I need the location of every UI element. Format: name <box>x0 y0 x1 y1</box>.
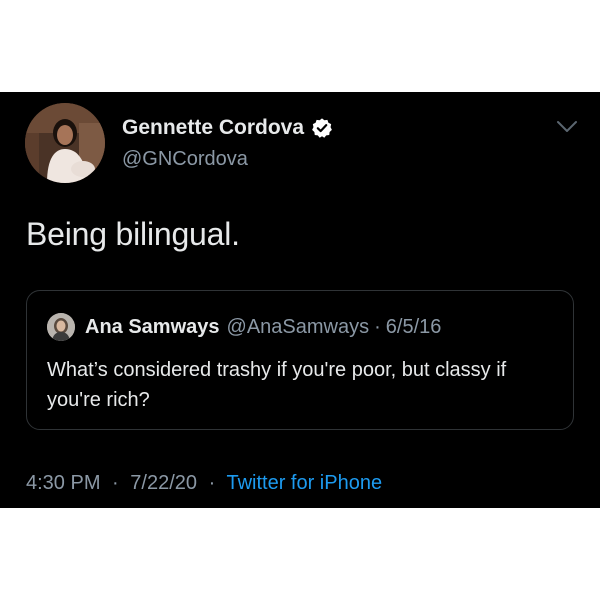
quoted-tweet[interactable]: Ana Samways @AnaSamways · 6/5/16 What’s … <box>26 290 574 430</box>
quoted-author-name: Ana Samways <box>85 315 220 338</box>
author-avatar[interactable] <box>25 103 105 183</box>
quoted-author-handle: @AnaSamways <box>226 315 370 338</box>
quoted-author-avatar <box>47 313 75 341</box>
quoted-tweet-text: What’s considered trashy if you're poor,… <box>47 359 507 411</box>
author-display-name[interactable]: Gennette Cordova <box>122 116 304 140</box>
tweet-time[interactable]: 4:30 PM <box>26 472 100 494</box>
tweet-text: Being bilingual. <box>26 216 240 252</box>
tweet-source-link[interactable]: Twitter for iPhone <box>226 472 382 494</box>
quoted-author-avatar-image <box>47 313 75 341</box>
tweet-date[interactable]: 7/22/20 <box>130 472 197 494</box>
verified-badge-icon <box>312 118 332 138</box>
tweet-meta: 4:30 PM · 7/22/20 · Twitter for iPhone <box>26 472 382 495</box>
meta-separator: · <box>208 472 216 494</box>
author-handle[interactable]: @GNCordova <box>122 148 248 171</box>
tweet-card: Gennette Cordova @GNCordova Being biling… <box>0 92 600 508</box>
chevron-down-icon[interactable] <box>556 120 578 134</box>
meta-separator: · <box>112 472 119 494</box>
author-avatar-image <box>25 103 105 183</box>
quoted-separator: · <box>374 315 381 338</box>
author-name-row[interactable]: Gennette Cordova <box>122 116 333 140</box>
quoted-tweet-header: Ana Samways @AnaSamways · 6/5/16 <box>47 313 441 341</box>
quoted-tweet-date: 6/5/16 <box>385 315 442 338</box>
